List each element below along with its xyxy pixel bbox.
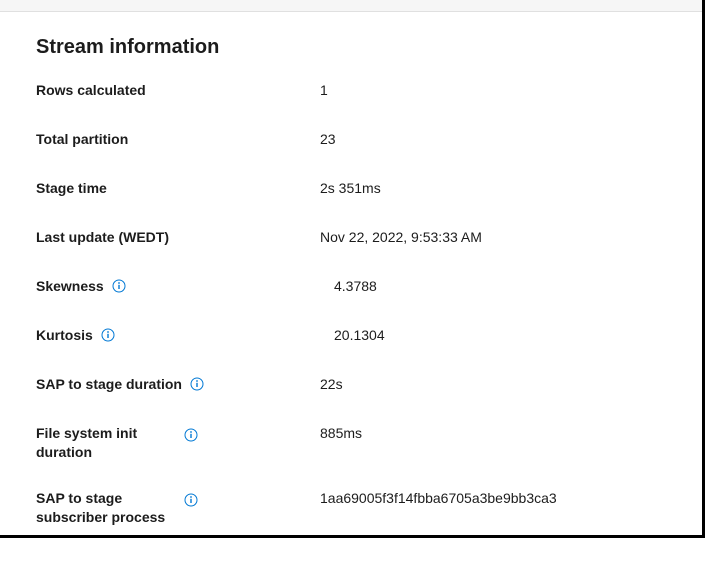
- row-total-partition: Total partition 23: [36, 130, 666, 152]
- row-label: Total partition: [36, 130, 128, 149]
- row-value: 23: [280, 130, 336, 149]
- row-last-update: Last update (WEDT) Nov 22, 2022, 9:53:33…: [36, 228, 666, 250]
- row-label: Skewness: [36, 277, 104, 296]
- stream-information-panel: Stream information Rows calculated 1 Tot…: [0, 12, 702, 572]
- row-value: 1aa69005f3f14fbba6705a3be9bb3ca3: [280, 489, 557, 508]
- info-icon[interactable]: [190, 377, 204, 391]
- row-sap-to-stage-duration: SAP to stage duration 22s: [36, 375, 666, 397]
- row-stage-time: Stage time 2s 351ms: [36, 179, 666, 201]
- row-value: 20.1304: [280, 326, 385, 345]
- row-label: Rows calculated: [36, 81, 146, 100]
- row-sap-to-stage-subscriber: SAP to stage subscriber process 1aa69005…: [36, 489, 666, 527]
- info-icon[interactable]: [184, 428, 198, 442]
- row-kurtosis: Kurtosis 20.1304: [36, 326, 666, 348]
- row-fs-init-duration: File system init duration 885ms: [36, 424, 666, 462]
- info-icon[interactable]: [101, 328, 115, 342]
- row-label: Stage time: [36, 179, 107, 198]
- row-value: Nov 22, 2022, 9:53:33 AM: [280, 228, 482, 247]
- top-bar: [0, 0, 702, 12]
- row-label: SAP to stage subscriber process: [36, 489, 176, 527]
- row-label: File system init duration: [36, 424, 176, 462]
- row-label: Last update (WEDT): [36, 228, 169, 247]
- row-skewness: Skewness 4.3788: [36, 277, 666, 299]
- row-value: 885ms: [280, 424, 362, 443]
- row-value: 1: [280, 81, 328, 100]
- row-label: Kurtosis: [36, 326, 93, 345]
- section-title: Stream information: [36, 36, 666, 59]
- row-value: 4.3788: [280, 277, 377, 296]
- row-rows-calculated: Rows calculated 1: [36, 81, 666, 103]
- row-label: SAP to stage duration: [36, 375, 182, 394]
- row-value: 2s 351ms: [280, 179, 381, 198]
- info-icon[interactable]: [112, 279, 126, 293]
- row-value: 22s: [280, 375, 343, 394]
- info-icon[interactable]: [184, 493, 198, 507]
